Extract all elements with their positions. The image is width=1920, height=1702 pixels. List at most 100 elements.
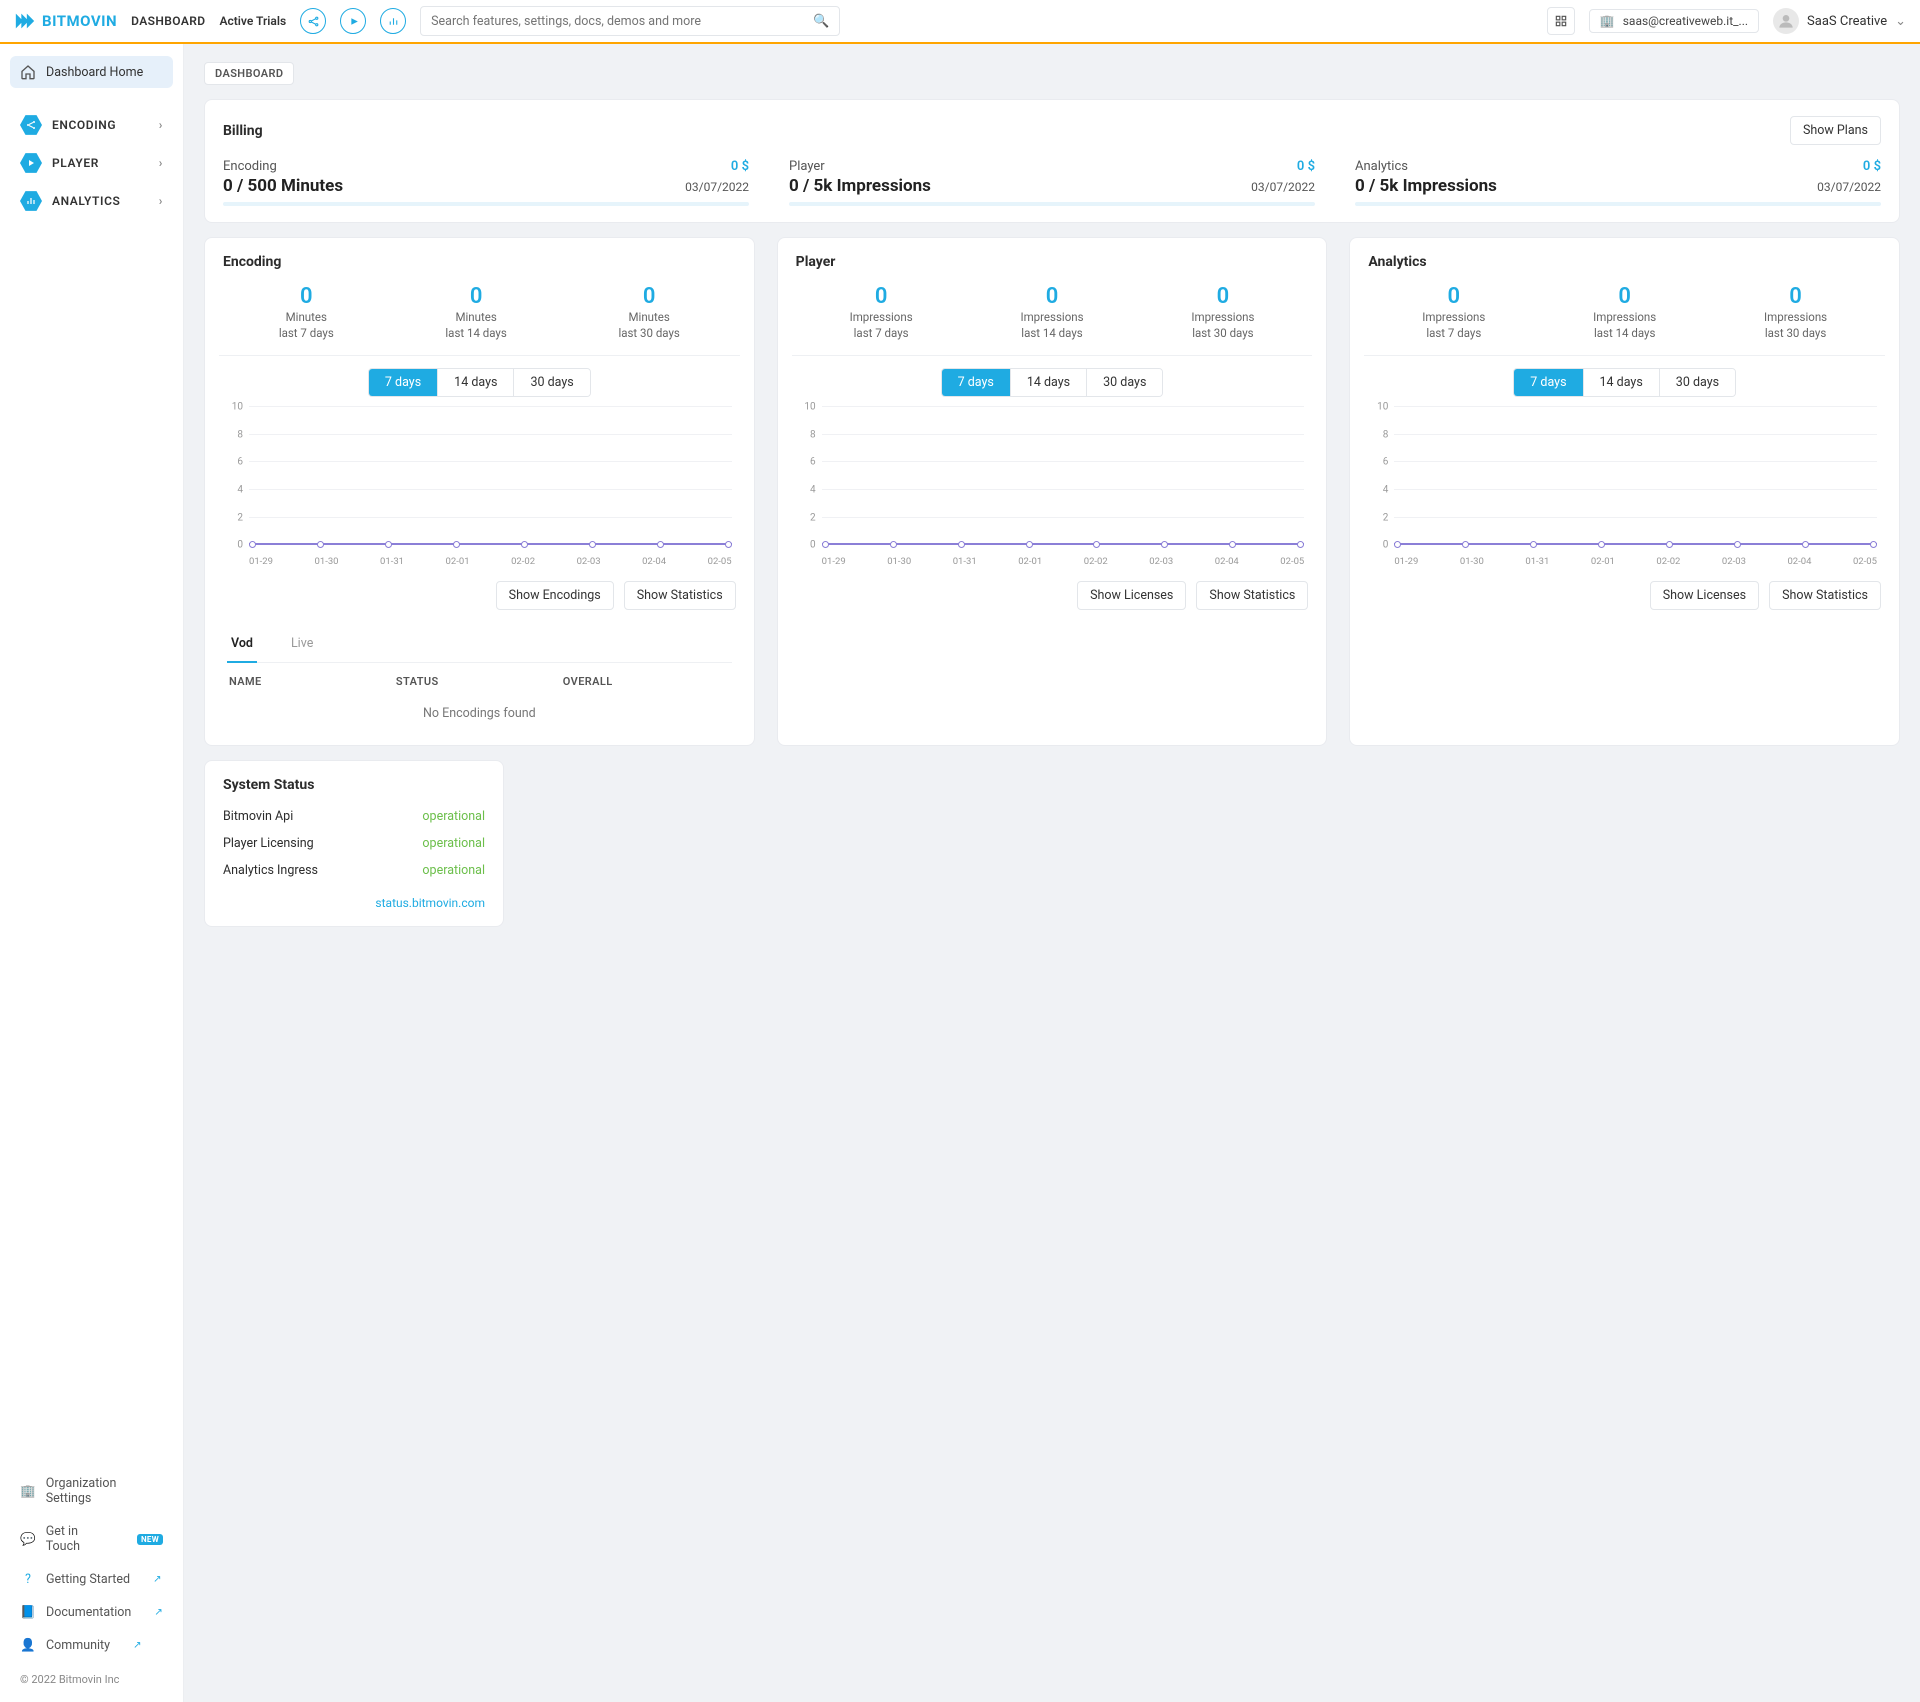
new-badge: NEW [137,1534,163,1545]
metric-value: 0 [1020,284,1083,309]
status-name: Player Licensing [223,836,314,851]
sidebar-analytics[interactable]: ANALYTICS › [10,182,173,220]
status-name: Bitmovin Api [223,809,293,824]
breadcrumb: DASHBOARD [204,62,294,85]
show-licenses-button[interactable]: Show Licenses [1650,581,1759,610]
org-settings-link[interactable]: 🏢Organization Settings [10,1468,173,1514]
segment-7-days[interactable]: 7 days [369,369,438,396]
sidebar-home[interactable]: Dashboard Home [10,56,173,88]
top-dashboard-label: DASHBOARD [131,14,205,28]
sidebar-player-label: PLAYER [52,156,99,170]
tab-vod[interactable]: Vod [227,628,257,663]
metric-value: 0 [279,284,334,309]
brand-text: BITMOVIN [42,12,117,30]
metric: 0 Minuteslast 30 days [618,284,679,341]
encoding-shortcut-icon[interactable] [300,8,326,34]
user-menu[interactable]: SaaS Creative ⌄ [1773,8,1906,34]
status-row: Analytics Ingress operational [223,857,485,884]
range-segment: 7 days14 days30 days [368,368,591,397]
documentation-link[interactable]: 📘 Documentation ↗ [10,1597,173,1628]
metric-value: 0 [1593,284,1656,309]
billing-progress [223,202,749,206]
metric-label: Impressionslast 7 days [850,309,913,341]
organization-chip[interactable]: 🏢 saas@creativeweb.it_... [1589,9,1759,33]
status-state: operational [422,836,485,851]
billing-col-name: Analytics [1355,159,1408,174]
search-input[interactable] [431,14,813,29]
segment-7-days[interactable]: 7 days [1514,369,1583,396]
billing-price: 0 $ [1297,159,1315,174]
sidebar-player[interactable]: PLAYER › [10,144,173,182]
billing-progress [789,202,1315,206]
show-statistics-button[interactable]: Show Statistics [624,581,736,610]
show-plans-button[interactable]: Show Plans [1790,116,1881,145]
building-icon: 🏢 [20,1484,36,1499]
billing-title: Billing [223,123,263,139]
range-segment: 7 days14 days30 days [941,368,1164,397]
getting-started-label: Getting Started [46,1572,130,1587]
metric-label: Impressionslast 14 days [1593,309,1656,341]
external-icon: ↗ [154,1607,162,1618]
documentation-label: Documentation [46,1605,131,1620]
show-statistics-button[interactable]: Show Statistics [1769,581,1881,610]
panel-title: Player [796,254,1309,270]
show-statistics-button[interactable]: Show Statistics [1196,581,1308,610]
external-icon: ↗ [153,1574,161,1585]
billing-date: 03/07/2022 [1251,180,1315,194]
billing-usage: 0 / 5k Impressions [789,176,931,196]
get-in-touch-link[interactable]: 💬Get in Touch NEW [10,1516,173,1562]
billing-date: 03/07/2022 [685,180,749,194]
metric-label: Impressionslast 7 days [1422,309,1485,341]
analytics-hex-icon [20,190,42,212]
metric-value: 0 [1191,284,1254,309]
person-icon: 👤 [20,1638,36,1653]
panel-title: Encoding [223,254,736,270]
billing-price: 0 $ [1863,159,1881,174]
sidebar-encoding[interactable]: ENCODING › [10,106,173,144]
metric-label: Impressionslast 30 days [1764,309,1827,341]
segment-14-days[interactable]: 14 days [438,369,514,396]
billing-card: Billing Show Plans Encoding 0 $ 0 / 500 M… [204,99,1900,223]
chevron-right-icon: › [159,156,163,170]
global-search[interactable]: 🔍 [420,6,840,36]
show-licenses-button[interactable]: Show Licenses [1077,581,1186,610]
settings-toggle-icon[interactable] [1547,7,1575,35]
billing-col-name: Encoding [223,159,277,174]
metric-value: 0 [1764,284,1827,309]
external-icon: ↗ [133,1640,141,1651]
analytics-shortcut-icon[interactable] [380,8,406,34]
show-encodings-button[interactable]: Show Encodings [496,581,614,610]
metric-label: Minuteslast 14 days [445,309,506,341]
segment-30-days[interactable]: 30 days [1087,369,1162,396]
brand-logo[interactable]: BITMOVIN [14,10,117,32]
player-shortcut-icon[interactable] [340,8,366,34]
segment-30-days[interactable]: 30 days [514,369,589,396]
bitmovin-icon [14,10,36,32]
chevron-right-icon: › [159,118,163,132]
search-icon: 🔍 [813,14,829,29]
segment-30-days[interactable]: 30 days [1660,369,1735,396]
segment-14-days[interactable]: 14 days [1011,369,1087,396]
metric: 0 Minuteslast 14 days [445,284,506,341]
metric-label: Impressionslast 30 days [1191,309,1254,341]
sidebar: Dashboard Home ENCODING › PLAYER › ANALY… [0,44,184,1702]
avatar [1773,8,1799,34]
chart: 0246810 01-2901-3001-3102-0102-0202-0302… [227,407,732,567]
segment-14-days[interactable]: 14 days [1584,369,1660,396]
panel-player: Player 0 Impressionslast 7 days 0 Impres… [777,237,1328,746]
metric: 0 Impressionslast 14 days [1020,284,1083,341]
organization-icon: 🏢 [1600,14,1615,28]
tab-live[interactable]: Live [287,628,317,662]
getting-started-link[interactable]: ?Getting Started ↗ [10,1564,173,1595]
segment-7-days[interactable]: 7 days [942,369,1011,396]
billing-usage: 0 / 500 Minutes [223,176,343,196]
book-icon: 📘 [20,1605,36,1620]
community-link[interactable]: 👤Community ↗ [10,1630,173,1661]
status-row: Player Licensing operational [223,830,485,857]
chart: 0246810 01-2901-3001-3102-0102-0202-0302… [1372,407,1877,567]
metric-label: Impressionslast 14 days [1020,309,1083,341]
status-link[interactable]: status.bitmovin.com [223,896,485,910]
status-name: Analytics Ingress [223,863,318,878]
chevron-right-icon: › [159,194,163,208]
active-trials[interactable]: Active Trials [219,14,286,28]
